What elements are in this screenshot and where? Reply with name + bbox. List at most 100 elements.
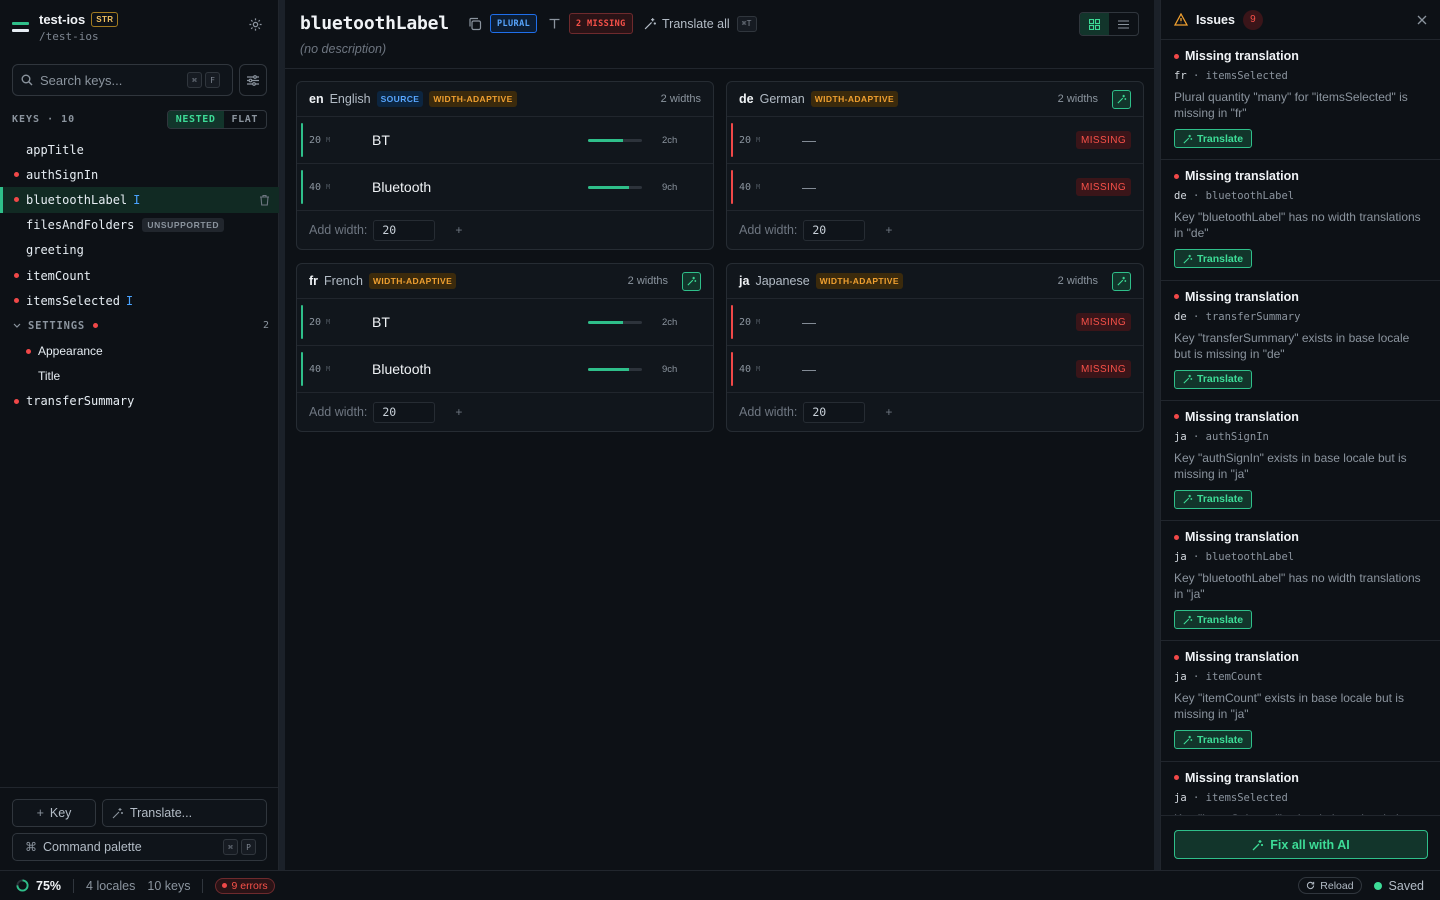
translation-text[interactable]: BT [372,132,390,148]
width-row[interactable]: 20 M — MISSING [727,116,1143,163]
width-row[interactable]: 20 M BT 2ch [297,116,713,163]
fix-all-button[interactable]: Fix all with AI [1174,830,1428,859]
status-bar [731,123,733,157]
issue-translate-button[interactable]: Translate [1174,249,1253,269]
issue-title: Missing translation [1174,650,1427,664]
mode-nested-button[interactable]: NESTED [167,111,224,128]
ai-translate-button[interactable] [1112,89,1131,109]
translate-label: Translate [1197,613,1244,626]
add-width-input[interactable]: 20 [803,401,866,423]
ai-translate-button[interactable] [682,271,701,291]
add-width-input[interactable]: 20 [803,219,866,241]
error-dot [14,273,19,279]
project-path: /test-ios [39,30,99,43]
width-row[interactable]: 20 M — MISSING [727,298,1143,345]
translation-text[interactable]: BT [372,314,390,330]
key-description: (no description) [300,42,387,56]
issue-translate-button[interactable]: Translate [1174,129,1253,148]
translate-label: Translate [1197,733,1244,746]
add-width-plus-icon[interactable]: + [455,223,462,237]
issue-item[interactable]: Missing translation ja · authSignIn Key … [1161,401,1440,522]
add-width-input[interactable]: 20 [373,401,436,423]
view-switch [1079,12,1139,36]
error-dot [26,348,31,354]
issue-item[interactable]: Missing translation fr · itemsSelected P… [1161,40,1440,161]
add-width-plus-icon[interactable]: + [885,223,892,237]
tree-item-appearance[interactable]: Appearance [0,339,279,364]
tree-item-itemsSelected[interactable]: itemsSelected I [0,288,279,313]
error-dot [1174,654,1179,660]
mode-flat-button[interactable]: FLAT [224,111,266,128]
tree-group-settings[interactable]: SETTINGS 2 [0,313,279,338]
issue-item[interactable]: Missing translation de · bluetoothLabel … [1161,160,1440,281]
width-row[interactable]: 40 M Bluetooth 9ch [297,163,713,210]
translate-all-button[interactable]: Translate all ⌘T [644,14,757,33]
issue-item[interactable]: Missing translation ja · bluetoothLabel … [1161,521,1440,642]
missing-badge: MISSING [1075,360,1131,378]
close-icon[interactable] [1417,15,1427,25]
fit-meter [588,367,642,371]
tree-item-title[interactable]: Title [0,364,279,389]
width-row[interactable]: 40 M — MISSING [727,163,1143,210]
tree-item-appTitle[interactable]: appTitle [0,137,279,162]
width-unit: M [756,318,761,326]
error-dot [92,323,98,329]
filter-button[interactable] [239,64,267,96]
search-box[interactable]: ⌘ F [12,64,233,96]
width-row[interactable]: 40 M Bluetooth 9ch [297,345,713,392]
command-palette-button[interactable]: ⌘ Command palette ⌘ P [12,833,267,861]
locale-code: en [309,92,324,106]
issue-message: Plural quantity "many" for "itemsSelecte… [1174,90,1408,120]
tree-item-greeting[interactable]: greeting [0,238,279,263]
tree-item-itemCount[interactable]: itemCount [0,263,279,288]
sparkle-icon [112,807,124,819]
issue-translate-button[interactable]: Translate [1174,369,1253,389]
grid-view-button[interactable] [1080,13,1109,35]
translate-button[interactable]: Translate... [102,799,267,827]
settings-gear-icon[interactable] [248,17,263,32]
issue-translate-button[interactable]: Translate [1174,730,1253,750]
errors-badge[interactable]: 9 errors [215,877,275,894]
add-width-input[interactable]: 20 [373,219,436,241]
translation-text[interactable]: Bluetooth [372,361,431,377]
text-type-icon[interactable] [548,17,561,30]
issue-item[interactable]: Missing translation ja · itemCount Key "… [1161,641,1440,762]
width-value: 40 [309,181,322,193]
add-width-plus-icon[interactable]: + [455,405,462,419]
width-adaptive-badge: WIDTH-ADAPTIVE [368,273,457,289]
add-key-button[interactable]: + Key [12,799,96,827]
add-width-row: Add width: 20 + [297,392,713,431]
translation-text[interactable]: — [802,179,816,195]
issues-count-badge: 9 [1242,9,1263,30]
fix-all-label: Fix all with AI [1270,837,1350,852]
char-count: 2ch [662,134,678,146]
translation-text[interactable]: — [802,132,816,148]
search-input[interactable] [40,72,180,88]
translation-text[interactable]: Bluetooth [372,179,431,195]
trash-icon[interactable] [259,194,270,206]
fit-meter [588,185,642,189]
issue-translate-button[interactable]: Translate [1174,610,1253,630]
sparkle-icon [1116,276,1127,286]
list-view-button[interactable] [1109,13,1138,35]
tree-item-transferSummary[interactable]: transferSummary [0,389,279,414]
issue-item[interactable]: Missing translation de · transferSummary… [1161,281,1440,401]
tree-item-authSignIn[interactable]: authSignIn [0,162,279,187]
error-dot [1174,534,1179,540]
tree-item-label: authSignIn [26,167,99,182]
tree-item-filesAndFolders[interactable]: filesAndFolders UNSUPPORTED [0,213,279,238]
error-dot [1174,294,1179,300]
ai-translate-button[interactable] [1112,271,1131,291]
translation-text[interactable]: — [802,314,816,330]
tree-item-bluetoothLabel[interactable]: bluetoothLabel I [0,187,279,213]
width-row[interactable]: 40 M — MISSING [727,345,1143,392]
char-count: 9ch [662,181,678,193]
reload-button[interactable]: Reload [1298,877,1362,894]
copy-icon[interactable] [468,17,482,31]
char-count: 2ch [662,316,678,328]
translation-text[interactable]: — [802,361,816,377]
width-value: 20 [309,316,322,328]
width-row[interactable]: 20 M BT 2ch [297,298,713,345]
add-width-plus-icon[interactable]: + [885,405,892,419]
issue-translate-button[interactable]: Translate [1174,489,1253,509]
